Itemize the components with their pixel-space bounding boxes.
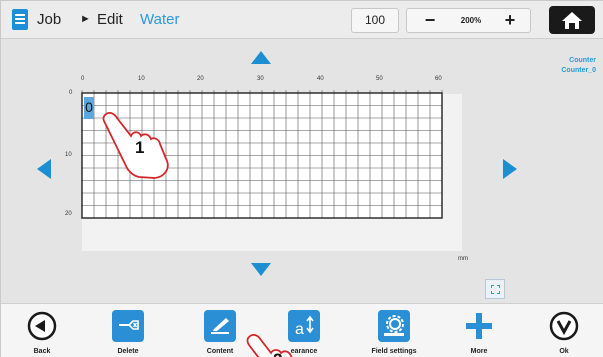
counter-field[interactable]: 0 xyxy=(84,97,94,119)
breadcrumb-edit: Edit xyxy=(97,11,123,28)
select-area-icon[interactable] xyxy=(485,279,505,299)
pan-right-arrow-icon[interactable] xyxy=(503,159,517,179)
app-window: Job ► Edit Water 100 − 200% + Counter Co… xyxy=(0,0,603,357)
edit-content-icon xyxy=(204,310,236,342)
pointing-hand-icon: 2 xyxy=(246,333,293,357)
field-settings-label: Field settings xyxy=(371,348,417,355)
field-legend: Counter Counter_0 xyxy=(561,56,596,76)
delete-label: Delete xyxy=(117,348,139,355)
document-icon xyxy=(12,9,28,30)
back-label: Back xyxy=(33,348,51,355)
field-settings-icon xyxy=(378,310,410,342)
zoom-out-button[interactable]: − xyxy=(415,9,445,32)
breadcrumb-separator-icon: ► xyxy=(80,13,91,25)
checkmark-icon xyxy=(549,311,579,341)
ok-label: Ok xyxy=(559,348,569,355)
legend-title: Counter xyxy=(569,57,596,64)
zoom-controls: − 200% + xyxy=(406,8,531,33)
ok-button[interactable]: Ok xyxy=(529,304,599,357)
header-bar: Job ► Edit Water 100 − 200% + xyxy=(1,1,603,39)
field-settings-button[interactable]: Field settings xyxy=(359,304,429,357)
editor-canvas[interactable]: Counter Counter_0 0 10 20 30 40 50 60 0 … xyxy=(1,39,603,303)
home-icon xyxy=(562,12,582,29)
ruler-left-label: 20 xyxy=(65,211,72,217)
zoom-in-button[interactable]: + xyxy=(495,9,525,32)
plus-icon xyxy=(466,313,492,339)
more-label: More xyxy=(470,348,488,355)
delete-button[interactable]: Delete xyxy=(93,304,163,357)
job-name: Water xyxy=(140,11,180,28)
ruler-left-label: 10 xyxy=(65,152,72,158)
back-button[interactable]: Back xyxy=(7,304,77,357)
delete-icon xyxy=(112,310,144,342)
callout-number: 2 xyxy=(273,350,282,357)
pan-left-arrow-icon[interactable] xyxy=(37,159,51,179)
pan-down-arrow-icon[interactable] xyxy=(251,263,271,276)
zoom-value-input[interactable]: 100 xyxy=(351,8,399,33)
home-button[interactable] xyxy=(549,6,595,34)
back-icon xyxy=(27,311,57,341)
zoom-level-label[interactable]: 200% xyxy=(453,9,489,32)
ruler-left-label: 0 xyxy=(69,90,73,96)
legend-item-counter[interactable]: Counter_0 xyxy=(561,66,596,76)
more-button[interactable]: More xyxy=(444,304,514,357)
pointing-hand-icon: 1 xyxy=(102,111,169,179)
callout-number: 1 xyxy=(135,138,144,157)
breadcrumb-job[interactable]: Job xyxy=(37,11,61,28)
unit-label: mm xyxy=(458,256,468,262)
pan-up-arrow-icon[interactable] xyxy=(251,51,271,64)
